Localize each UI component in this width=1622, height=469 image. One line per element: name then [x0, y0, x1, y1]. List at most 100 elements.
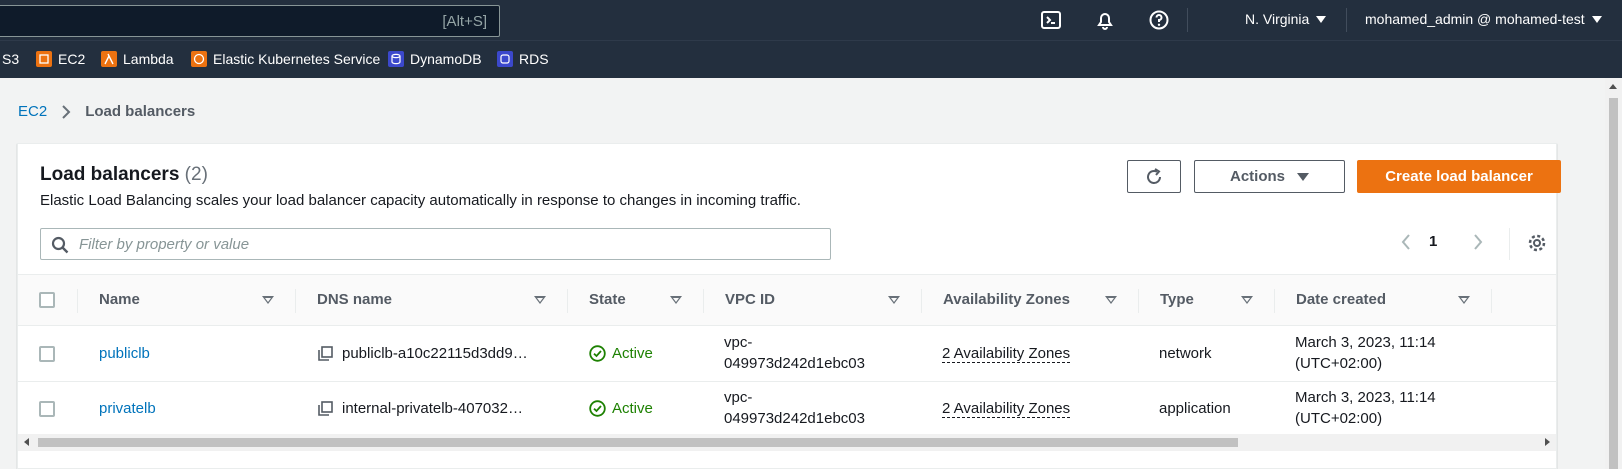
sort-icon[interactable] — [1458, 296, 1470, 304]
help-icon[interactable] — [1148, 9, 1170, 31]
region-label: N. Virginia — [1245, 11, 1310, 27]
pagination-divider — [1509, 228, 1510, 260]
column-header-type[interactable]: Type — [1160, 291, 1194, 308]
load-balancer-name-link[interactable]: privatelb — [99, 400, 156, 417]
refresh-icon — [1147, 167, 1161, 184]
rds-icon — [497, 51, 513, 67]
region-selector[interactable]: N. Virginia — [1245, 11, 1327, 27]
panel-description: Elastic Load Balancing scales your load … — [40, 192, 801, 209]
column-divider — [295, 289, 296, 313]
column-header-date-created[interactable]: Date created — [1296, 291, 1386, 308]
column-header-vpc-id[interactable]: VPC ID — [725, 291, 775, 308]
favorite-label: S3 — [2, 51, 20, 67]
favorite-label: EC2 — [58, 51, 86, 67]
row-checkbox[interactable] — [39, 346, 55, 362]
timezone-value: (UTC+02:00) — [1295, 410, 1383, 427]
dns-name-cell: publiclb-a10c22115d3dd9… — [318, 345, 528, 362]
availability-zones-popover[interactable]: 2 Availability Zones — [942, 345, 1071, 363]
refresh-button[interactable] — [1127, 160, 1181, 193]
sort-icon[interactable] — [262, 296, 274, 304]
next-page-icon[interactable] — [1472, 233, 1484, 251]
status-badge: Active — [589, 400, 653, 417]
date-value: March 3, 2023, 11:14 — [1295, 389, 1436, 406]
sort-icon[interactable] — [888, 296, 900, 304]
select-all-checkbox[interactable] — [39, 292, 55, 308]
availability-zones-popover[interactable]: 2 Availability Zones — [942, 400, 1071, 418]
check-circle-icon — [589, 345, 606, 362]
dns-name: internal-privatelb-407032… — [342, 400, 523, 417]
scrollbar-thumb[interactable] — [1609, 98, 1618, 469]
breadcrumb: EC2 Load balancers — [18, 103, 195, 120]
date-created-cell: March 3, 2023, 11:14 (UTC+02:00) — [1295, 332, 1436, 374]
table-row[interactable]: publiclb publiclb-a10c22115d3dd9… Active… — [18, 327, 1556, 382]
availability-zones-cell: 2 Availability Zones — [942, 345, 1071, 363]
scroll-left-arrow-icon[interactable] — [24, 438, 29, 446]
copy-icon[interactable] — [318, 346, 333, 361]
scrollbar-thumb[interactable] — [38, 438, 1238, 447]
favorite-label: RDS — [519, 51, 549, 67]
search-icon — [51, 236, 69, 254]
scroll-right-arrow-icon[interactable] — [1545, 438, 1550, 446]
dns-name: publiclb-a10c22115d3dd9… — [342, 345, 528, 362]
column-header-dns-name[interactable]: DNS name — [317, 291, 392, 308]
favorites-bar: S3 EC2 Lambda Elastic Kubernetes Service… — [0, 40, 1622, 78]
caret-down-icon — [1297, 172, 1309, 181]
scroll-up-arrow-icon[interactable] — [1609, 84, 1617, 89]
column-divider — [1274, 289, 1275, 313]
sort-icon[interactable] — [1105, 296, 1117, 304]
vpc-id-cell: vpc- 049973d242d1ebc03 — [724, 332, 865, 374]
column-divider — [567, 289, 568, 313]
breadcrumb-current: Load balancers — [85, 103, 196, 120]
page-number[interactable]: 1 — [1429, 233, 1437, 250]
gear-icon[interactable] — [1526, 232, 1548, 254]
favorite-ec2[interactable]: EC2 — [36, 51, 85, 67]
table-row[interactable]: privatelb internal-privatelb-407032… Act… — [18, 382, 1556, 437]
chevron-down-icon — [1316, 16, 1327, 23]
previous-page-icon[interactable] — [1400, 233, 1412, 251]
column-header-name[interactable]: Name — [99, 291, 140, 308]
vpc-id-prefix: vpc- — [724, 334, 753, 351]
table-header: Name DNS name State VPC ID Availability … — [18, 274, 1556, 326]
service-search-input[interactable]: [Alt+S] — [0, 5, 500, 37]
lambda-icon — [101, 51, 117, 67]
favorite-label: Lambda — [123, 51, 174, 67]
bell-icon[interactable] — [1094, 9, 1116, 31]
create-load-balancer-button[interactable]: Create load balancer — [1357, 160, 1561, 193]
panel-title: Load balancers — [40, 164, 180, 185]
account-menu[interactable]: mohamed_admin @ mohamed-test — [1365, 11, 1602, 27]
favorite-s3[interactable]: S3 — [2, 51, 19, 67]
page-vertical-scrollbar[interactable] — [1605, 78, 1622, 469]
column-header-availability-zones[interactable]: Availability Zones — [943, 291, 1070, 308]
actions-button[interactable]: Actions — [1194, 160, 1345, 193]
row-checkbox[interactable] — [39, 401, 55, 417]
ec2-icon — [36, 51, 52, 67]
date-value: March 3, 2023, 11:14 — [1295, 334, 1436, 351]
nav-divider — [1346, 8, 1347, 32]
favorite-label: DynamoDB — [410, 51, 482, 67]
table-horizontal-scrollbar[interactable] — [18, 434, 1556, 451]
timezone-value: (UTC+02:00) — [1295, 355, 1383, 372]
panel-count: (2) — [184, 164, 208, 185]
load-balancer-name-link[interactable]: publiclb — [99, 345, 150, 362]
favorite-rds[interactable]: RDS — [497, 51, 549, 67]
filter-input[interactable]: Filter by property or value — [40, 228, 831, 260]
column-header-state[interactable]: State — [589, 291, 626, 308]
cloudshell-icon[interactable] — [1040, 9, 1062, 31]
sort-icon[interactable] — [1241, 296, 1253, 304]
chevron-right-icon — [62, 104, 71, 119]
breadcrumb-ec2-link[interactable]: EC2 — [18, 103, 47, 120]
actions-label: Actions — [1229, 168, 1285, 185]
page-title: Load balancers (2) — [40, 164, 208, 186]
nav-divider — [1187, 8, 1188, 32]
sort-icon[interactable] — [534, 296, 546, 304]
vpc-id-cell: vpc- 049973d242d1ebc03 — [724, 387, 865, 429]
favorite-eks[interactable]: Elastic Kubernetes Service — [191, 51, 380, 67]
dynamodb-icon — [388, 51, 404, 67]
favorite-lambda[interactable]: Lambda — [101, 51, 174, 67]
load-balancers-panel: Load balancers (2) Elastic Load Balancin… — [17, 143, 1561, 469]
vpc-id-prefix: vpc- — [724, 389, 753, 406]
favorite-dynamodb[interactable]: DynamoDB — [388, 51, 482, 67]
column-divider — [921, 289, 922, 313]
sort-icon[interactable] — [670, 296, 682, 304]
copy-icon[interactable] — [318, 401, 333, 416]
